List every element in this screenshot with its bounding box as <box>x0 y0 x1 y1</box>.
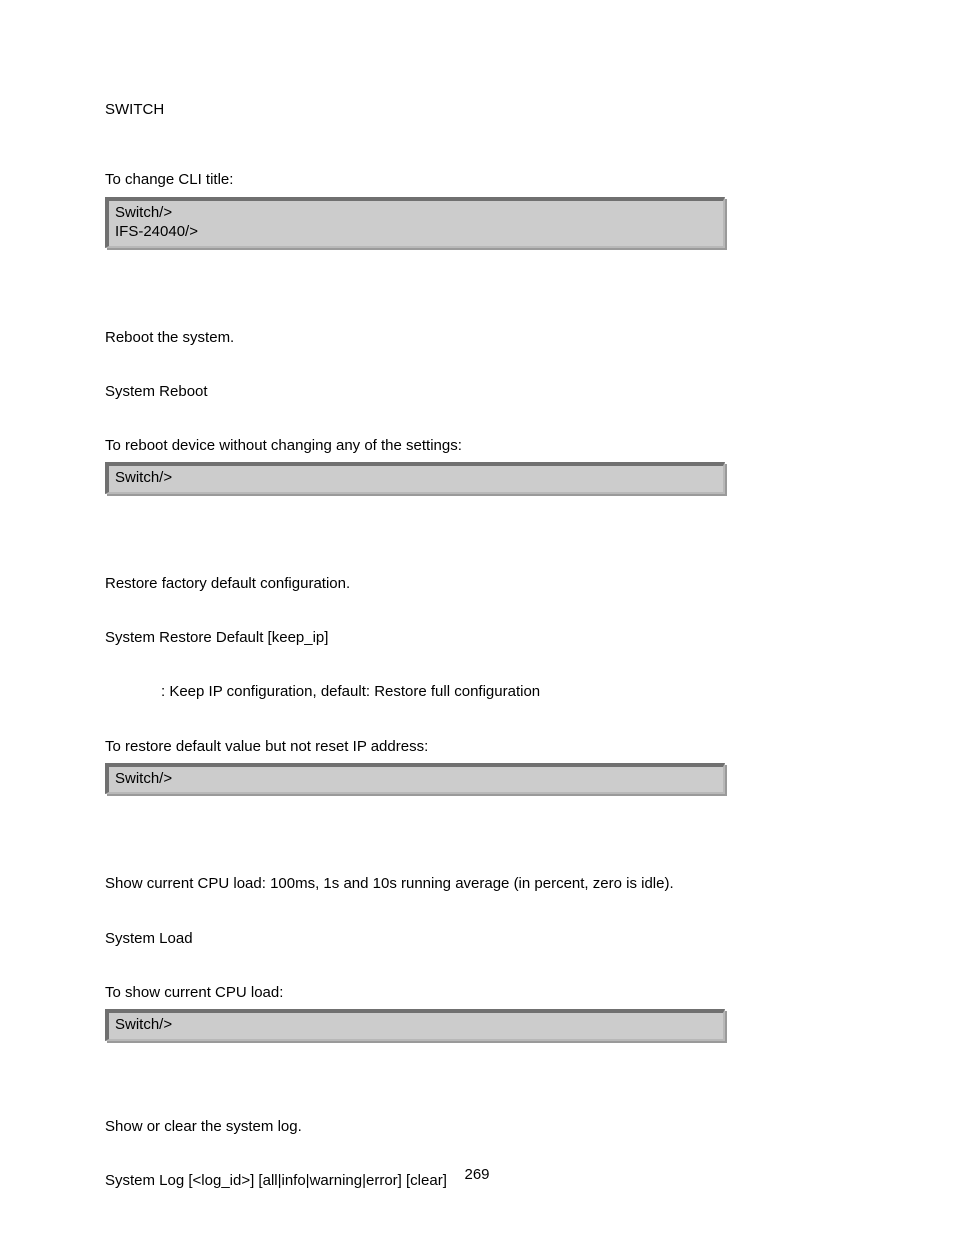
sec2-desc: Reboot the system. <box>105 328 849 348</box>
sec3-lead: To restore default value but not reset I… <box>105 737 849 757</box>
sec1-code-line2: IFS-24040/> <box>115 222 717 242</box>
sec1-codebox: Switch/> IFS-24040/> <box>105 197 725 248</box>
sec5-desc: Show or clear the system log. <box>105 1117 849 1137</box>
page: SWITCH To change CLI title: Switch/> IFS… <box>0 0 954 1235</box>
sec4-syntax: System Load <box>105 929 849 949</box>
sec4-codebox: Switch/> <box>105 1009 725 1041</box>
header-text: SWITCH <box>105 100 849 120</box>
page-number: 269 <box>0 1166 954 1183</box>
sec4-code-line1: Switch/> <box>115 1015 717 1035</box>
sec1-code-line1: Switch/> <box>115 203 717 223</box>
sec4-desc: Show current CPU load: 100ms, 1s and 10s… <box>105 874 849 894</box>
sec2-syntax: System Reboot <box>105 382 849 402</box>
sec4-lead: To show current CPU load: <box>105 983 849 1003</box>
sec2-codebox: Switch/> <box>105 462 725 494</box>
sec2-lead: To reboot device without changing any of… <box>105 436 849 456</box>
sec3-param: : Keep IP configuration, default: Restor… <box>105 682 849 702</box>
sec1-lead: To change CLI title: <box>105 170 849 190</box>
sec3-syntax: System Restore Default [keep_ip] <box>105 628 849 648</box>
sec3-code-line1: Switch/> <box>115 769 717 789</box>
sec3-codebox: Switch/> <box>105 763 725 795</box>
sec2-code-line1: Switch/> <box>115 468 717 488</box>
sec3-desc: Restore factory default configuration. <box>105 574 849 594</box>
